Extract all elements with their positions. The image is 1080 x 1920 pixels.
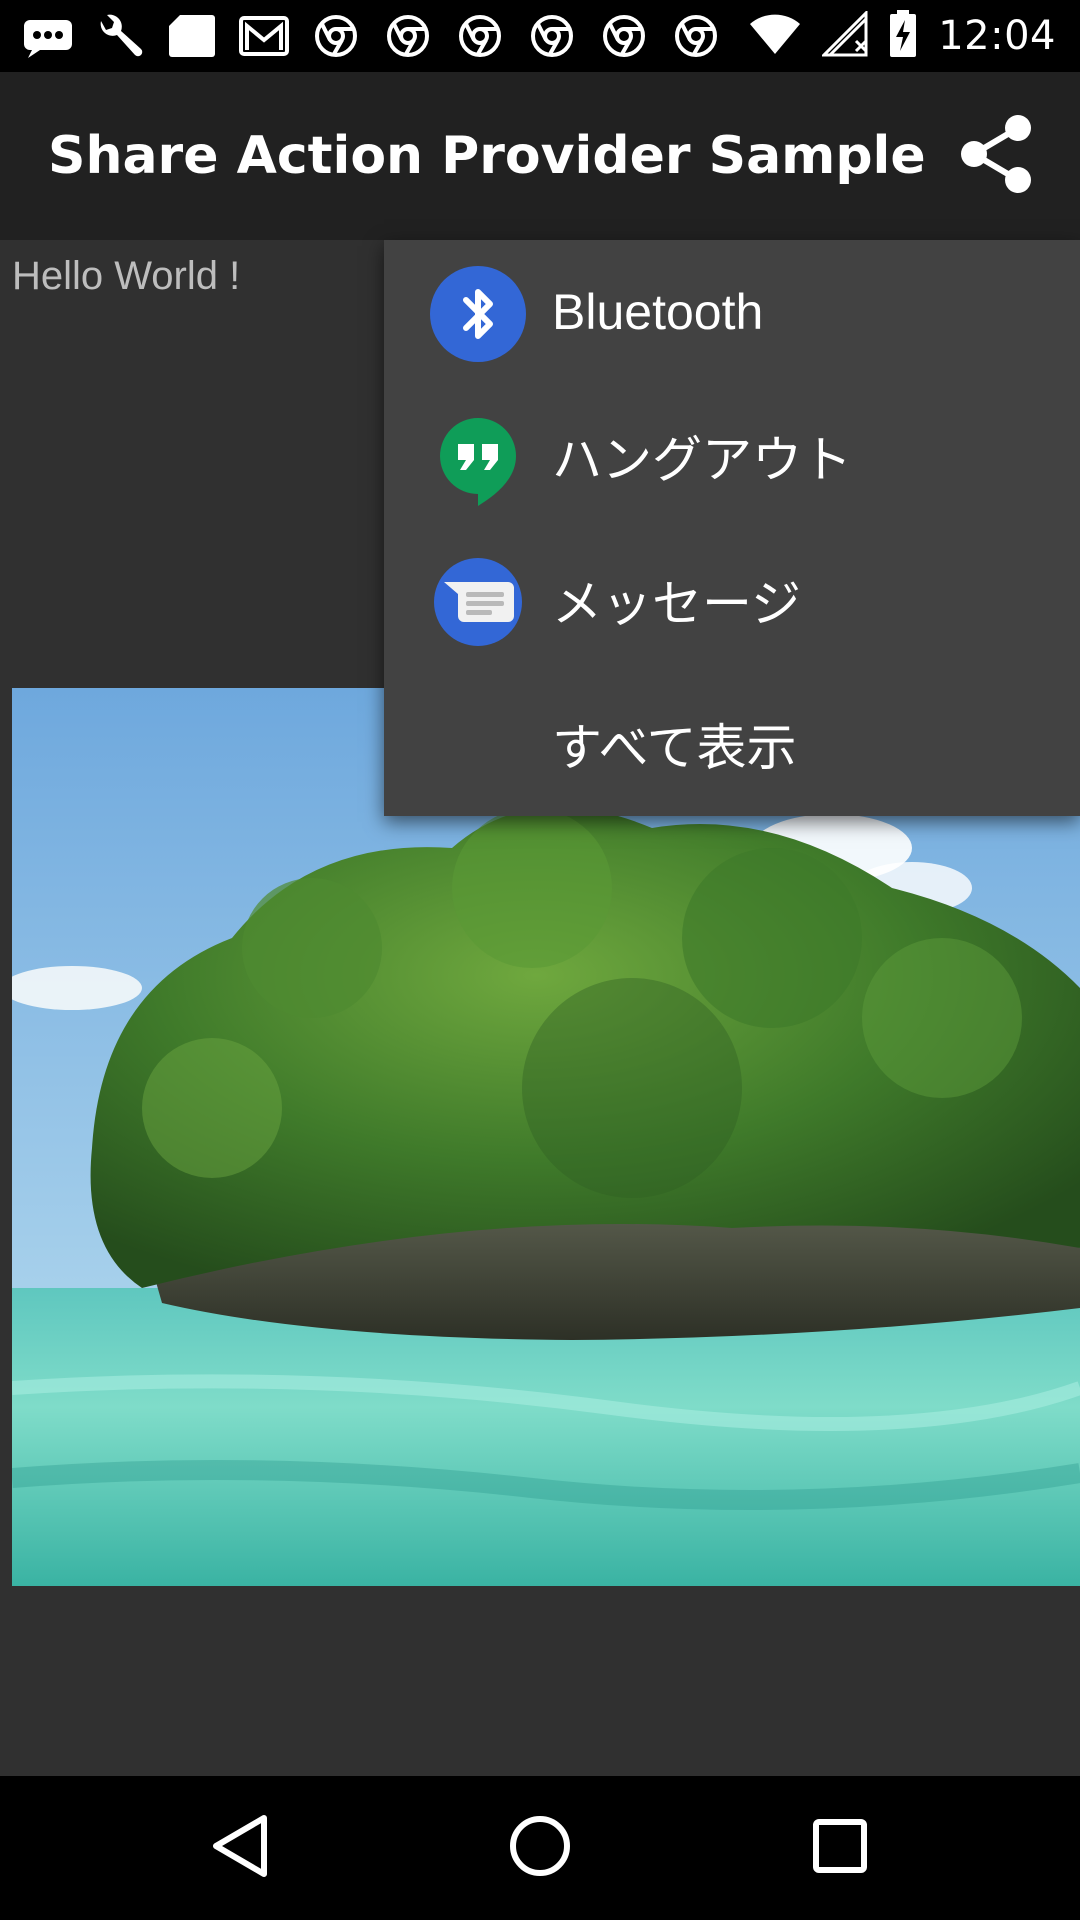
- bluetooth-icon: [430, 266, 526, 362]
- status-bar: 12:04: [0, 0, 1080, 72]
- home-button[interactable]: [500, 1808, 580, 1888]
- share-button[interactable]: [952, 112, 1040, 200]
- share-option-label: Bluetooth: [552, 284, 764, 340]
- chrome-icon: [670, 10, 722, 62]
- app-bar: Share Action Provider Sample: [0, 72, 1080, 240]
- hangouts-icon: [430, 410, 526, 506]
- wifi-icon: [748, 12, 802, 60]
- share-option-see-all[interactable]: すべて表示: [384, 672, 1080, 816]
- chrome-icon: [310, 10, 362, 62]
- messages-icon: [430, 554, 526, 650]
- share-option-bluetooth[interactable]: Bluetooth: [384, 240, 1080, 384]
- sd-card-icon: [166, 10, 218, 62]
- share-option-hangouts[interactable]: ハングアウト: [384, 384, 1080, 528]
- clock: 12:04: [938, 13, 1056, 59]
- back-icon: [210, 1814, 270, 1882]
- message-icon: [22, 10, 74, 62]
- chrome-icon: [598, 10, 650, 62]
- recents-icon: [812, 1818, 868, 1878]
- navigation-bar: [0, 1776, 1080, 1920]
- home-icon: [508, 1814, 572, 1882]
- chrome-icon: [454, 10, 506, 62]
- battery-charging-icon: [888, 10, 918, 62]
- wrench-icon: [94, 10, 146, 62]
- page-title: Share Action Provider Sample: [48, 126, 926, 186]
- share-icon: [956, 112, 1036, 200]
- share-option-messages[interactable]: メッセージ: [384, 528, 1080, 672]
- recents-button[interactable]: [800, 1808, 880, 1888]
- system-icons: 12:04: [748, 0, 1056, 72]
- share-menu: Bluetooth ハングアウト メッセージ すべて表示: [384, 240, 1080, 816]
- hello-text: Hello World !: [12, 254, 241, 298]
- chrome-icon: [382, 10, 434, 62]
- back-button[interactable]: [200, 1808, 280, 1888]
- chrome-icon: [526, 10, 578, 62]
- gmail-icon: [238, 10, 290, 62]
- share-option-label: ハングアウト: [552, 432, 852, 488]
- notification-icons: [22, 0, 722, 72]
- share-option-label: メッセージ: [552, 576, 801, 632]
- share-option-label: すべて表示: [552, 720, 797, 776]
- island-photo: [12, 688, 1080, 1586]
- signal-icon: [820, 9, 868, 61]
